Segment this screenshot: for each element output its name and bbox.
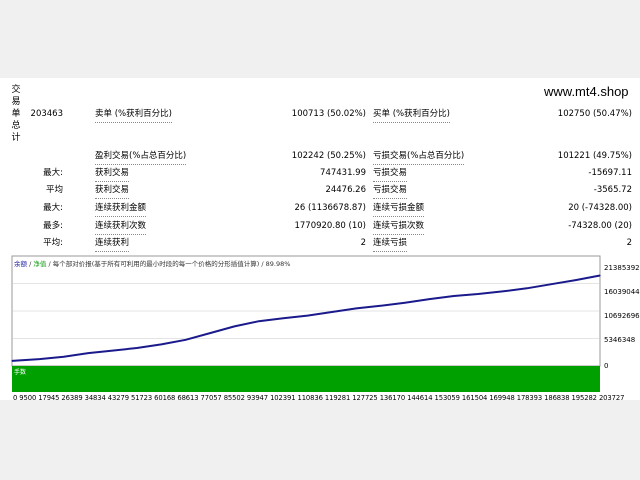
y-tick-label: 21385392 (604, 264, 640, 272)
volume-label: 手数 (14, 369, 27, 376)
balance-point (11, 360, 13, 362)
y-tick-label: 16039044 (604, 288, 640, 296)
x-axis-ticks: 0 9500 17945 26389 34834 43279 51723 601… (13, 394, 625, 402)
balance-point (160, 343, 162, 345)
legend-balance: 余额 (14, 260, 27, 268)
chart-legend: 余额 / 净值 / 每个部对价报(基于所有可利用的最小时段的每一个价格的分形插值… (14, 258, 290, 268)
balance-point (38, 358, 41, 360)
balance-point (453, 295, 455, 297)
balance-point (136, 347, 138, 349)
y-tick-label: 10692696 (604, 312, 640, 320)
balance-point (404, 302, 406, 304)
y-tick-label: 5346348 (604, 336, 636, 344)
balance-point (599, 274, 601, 277)
balance-point (477, 293, 479, 295)
balance-point (501, 290, 504, 293)
balance-chart (11, 255, 601, 367)
balance-point (380, 305, 382, 307)
balance-point (306, 314, 309, 317)
balance-point (209, 332, 211, 334)
balance-point (185, 339, 187, 341)
balance-point (258, 320, 260, 322)
legend-separator: / (29, 260, 32, 268)
balance-point (111, 349, 114, 352)
legend-quality: 89.98% (265, 260, 291, 268)
volume-bar: 手数 (12, 366, 600, 392)
balance-point (575, 279, 577, 281)
balance-point (355, 307, 357, 309)
legend-description: 每个部对价报(基于所有可利用的最小时段的每一个价格的分形插值计算) (52, 260, 260, 268)
balance-point (282, 317, 284, 319)
balance-point (87, 352, 89, 354)
balance-point (550, 283, 552, 285)
balance-point (233, 325, 236, 327)
legend-separator-3: / (261, 260, 264, 268)
legend-separator-2: / (48, 260, 51, 268)
balance-point (526, 287, 528, 289)
balance-point (331, 311, 333, 313)
legend-equity: 净值 (33, 260, 47, 268)
volume-zero-label: 0 (604, 362, 609, 370)
balance-point (63, 356, 65, 358)
balance-point (428, 298, 430, 300)
